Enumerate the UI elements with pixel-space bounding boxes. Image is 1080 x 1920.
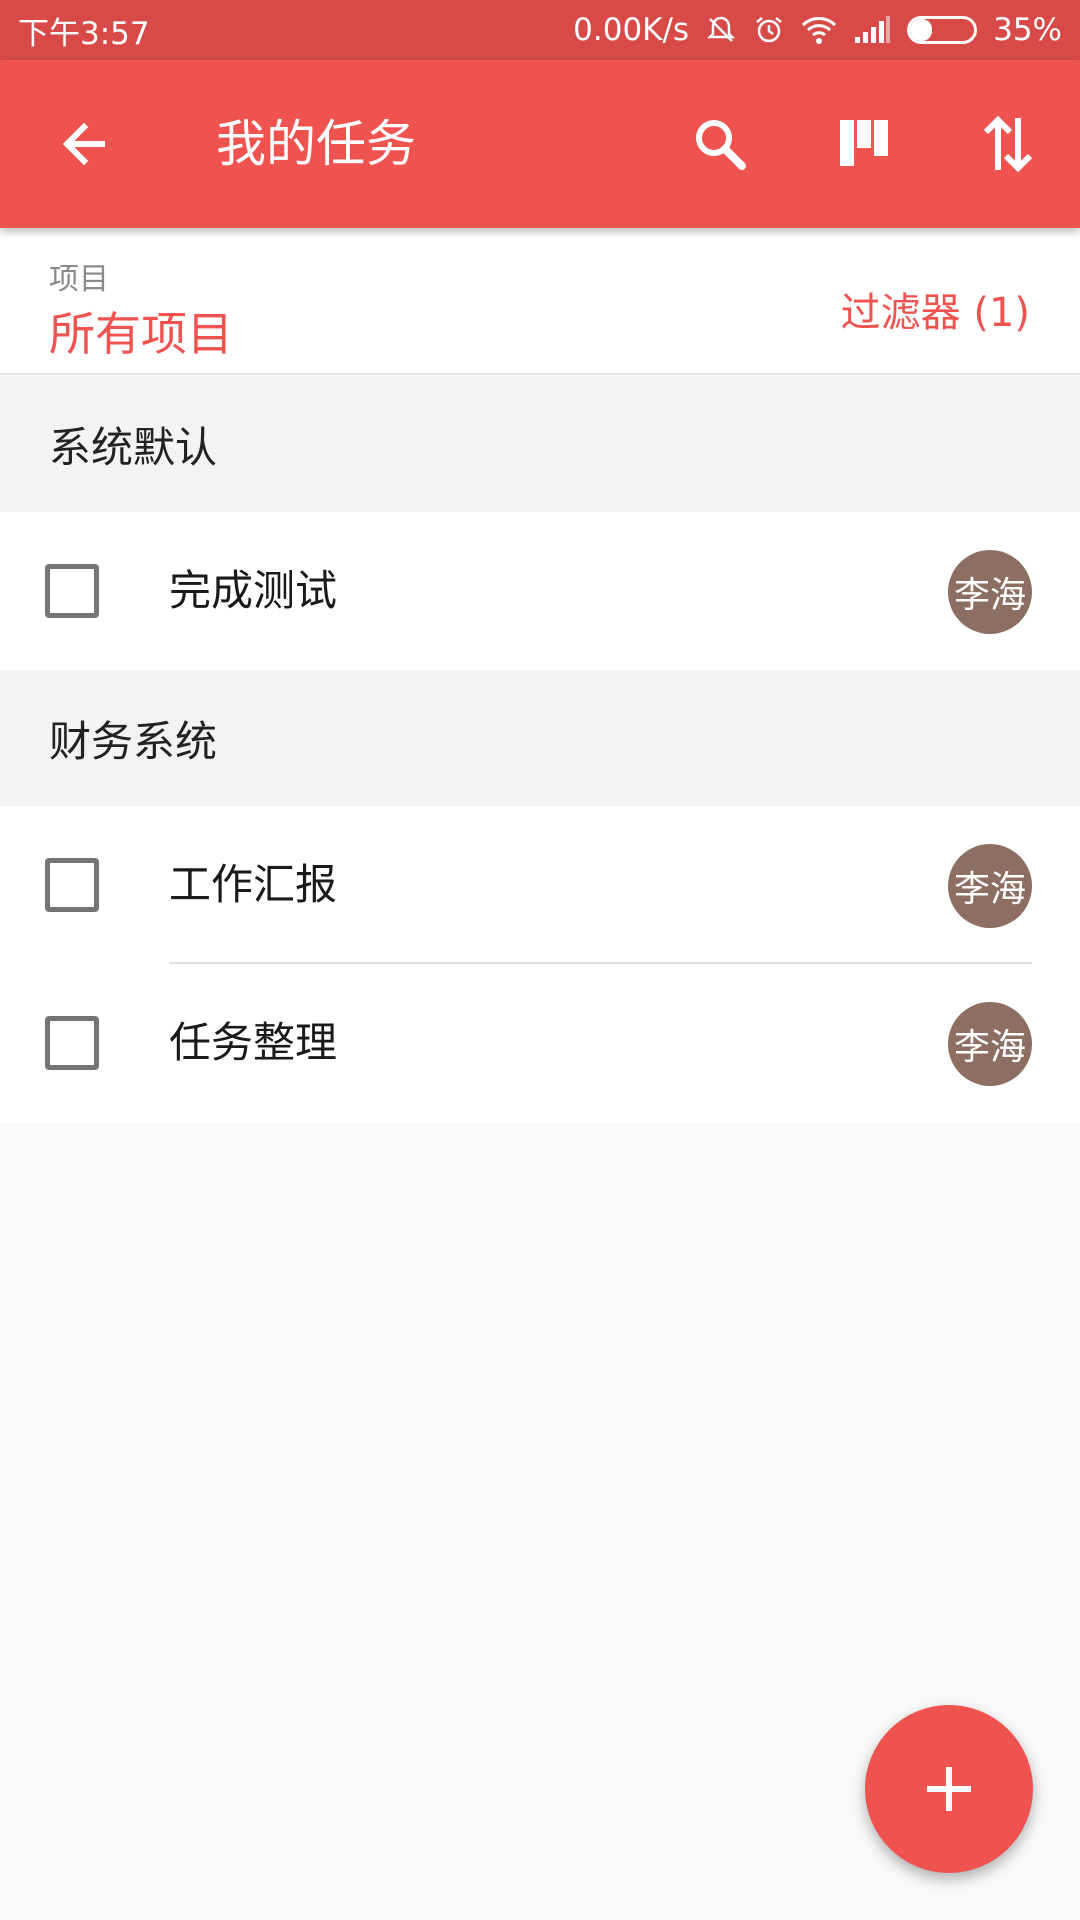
task-row[interactable]: 完成测试 李海: [0, 512, 1080, 670]
task-title: 完成测试: [169, 566, 338, 615]
task-checkbox[interactable]: [45, 858, 99, 912]
search-button[interactable]: [676, 100, 764, 188]
add-task-button[interactable]: [865, 1705, 1033, 1873]
board-view-button[interactable]: [820, 100, 908, 188]
network-speed: 0.00K/s: [573, 12, 690, 48]
status-time: 下午3:57: [18, 15, 150, 52]
project-selector[interactable]: 所有项目: [49, 298, 233, 364]
group-header: 系统默认: [0, 376, 1080, 512]
sort-icon: [983, 115, 1033, 173]
battery-icon: [907, 16, 978, 44]
task-checkbox[interactable]: [45, 1016, 99, 1070]
task-title: 任务整理: [169, 1018, 338, 1067]
task-title: 工作汇报: [169, 860, 338, 909]
task-row[interactable]: 任务整理 李海: [0, 964, 1080, 1122]
page-title: 我的任务: [216, 115, 416, 173]
status-bar: 下午3:57 0.00K/s 35%: [0, 0, 1080, 60]
wifi-icon: [801, 15, 837, 45]
app-bar: 我的任务: [0, 60, 1080, 228]
back-button[interactable]: [40, 100, 128, 188]
project-label: 项目: [49, 262, 109, 297]
assignee-avatar[interactable]: 李海: [948, 550, 1032, 634]
assignee-avatar[interactable]: 李海: [948, 1002, 1032, 1086]
project-filter-row: 项目 所有项目 过滤器 (1): [0, 228, 1080, 375]
task-checkbox[interactable]: [45, 564, 99, 618]
plus-icon: [927, 1767, 971, 1811]
back-arrow-icon: [62, 122, 105, 166]
filter-button[interactable]: 过滤器 (1): [841, 280, 1030, 338]
alarm-icon: [753, 14, 785, 46]
search-icon: [696, 120, 746, 170]
battery-percent: 35%: [993, 12, 1062, 48]
group-header: 财务系统: [0, 670, 1080, 806]
assignee-avatar[interactable]: 李海: [948, 844, 1032, 928]
status-icons: 0.00K/s 35%: [573, 12, 1062, 48]
screen: 下午3:57 0.00K/s 35% 我的任务 项目 所有项目 过滤器 (1) …: [0, 0, 1080, 1920]
board-view-icon: [840, 120, 888, 166]
task-row[interactable]: 工作汇报 李海: [0, 806, 1080, 964]
mute-bell-icon: [705, 14, 737, 46]
battery-level: [910, 19, 933, 41]
signal-icon: [853, 15, 891, 45]
sort-button[interactable]: [964, 100, 1052, 188]
